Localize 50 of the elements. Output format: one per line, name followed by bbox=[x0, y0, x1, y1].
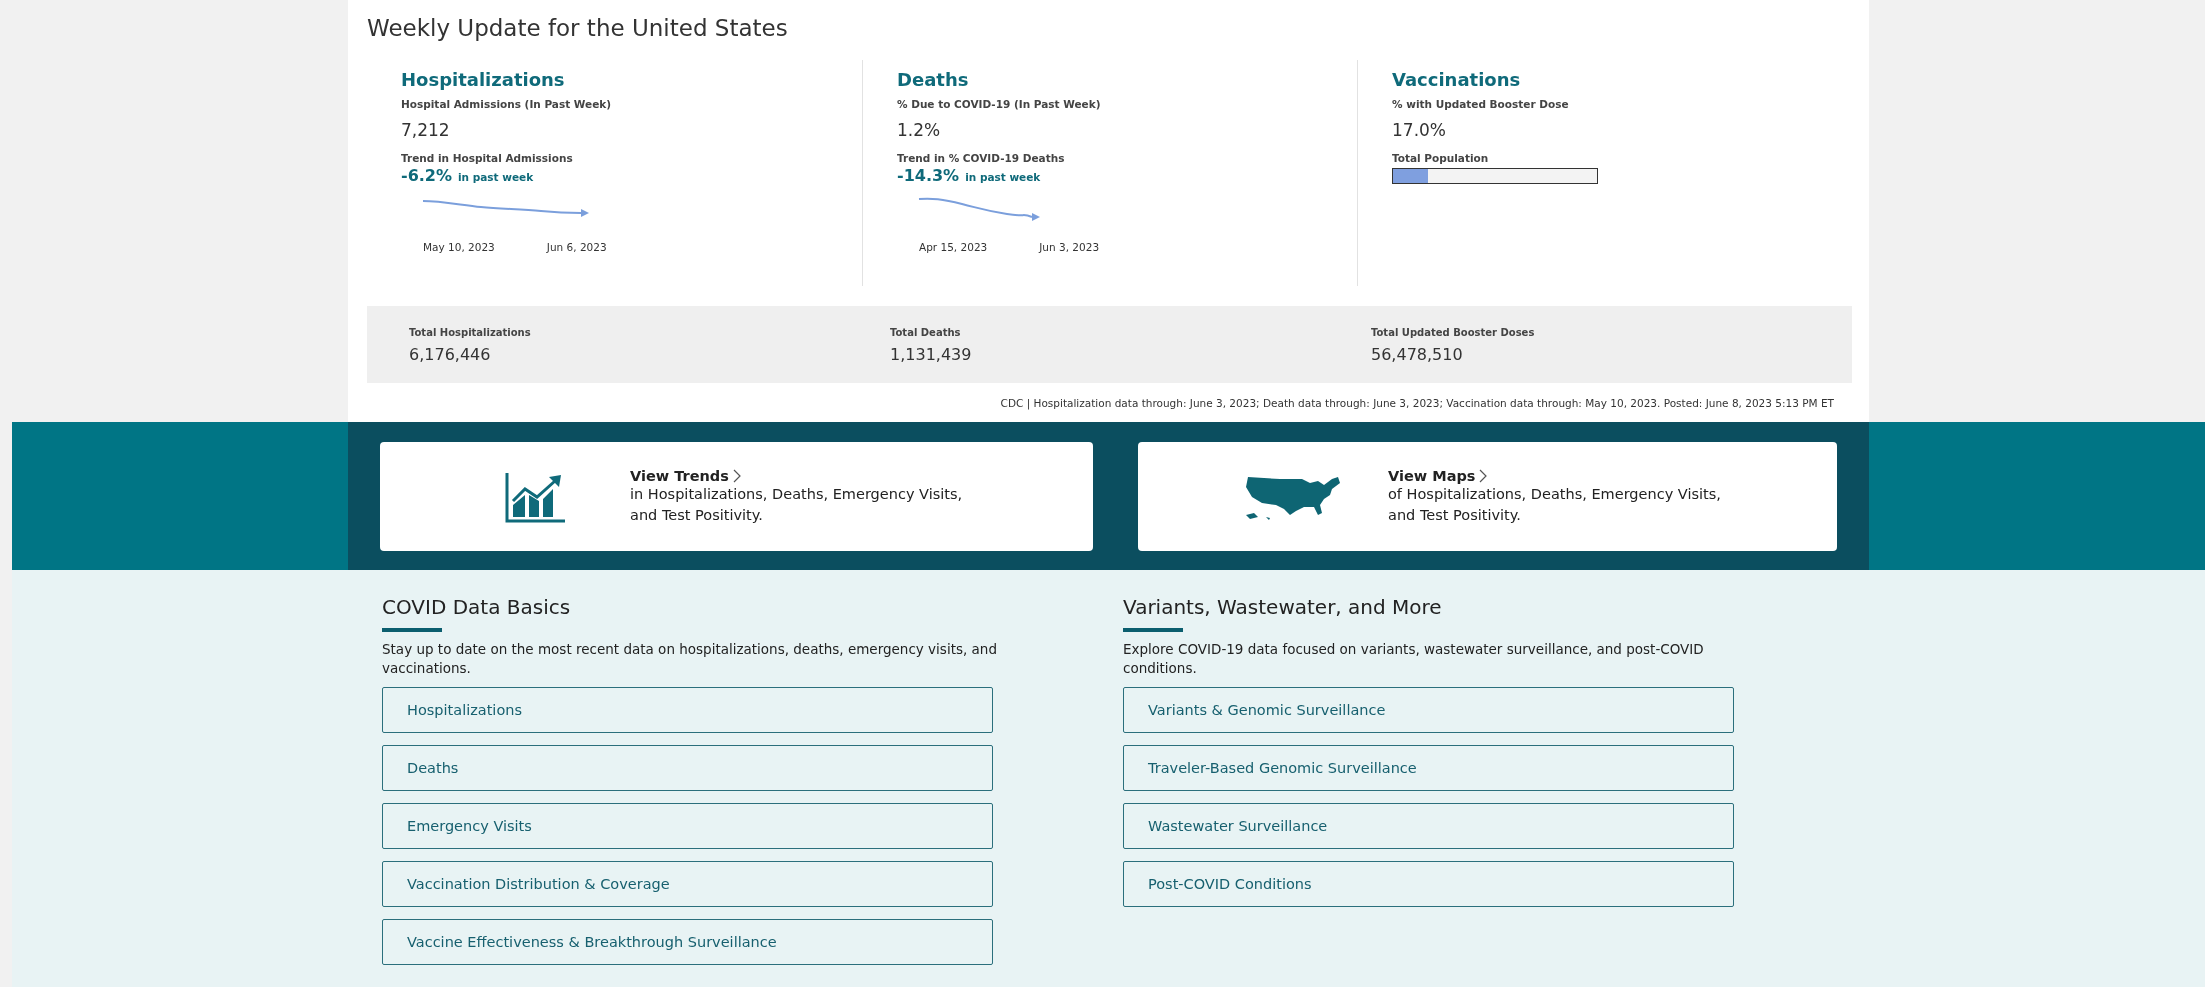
trend-value: -14.3% bbox=[897, 166, 960, 186]
feature-title: View Maps bbox=[1388, 467, 1476, 484]
trend-label: Trend in Hospital Admissions bbox=[401, 151, 574, 166]
total-value: 1,131,439 bbox=[890, 345, 973, 364]
metric-heading: Hospitalizations bbox=[401, 68, 566, 92]
section-heading: Variants, Wastewater, and More bbox=[1123, 594, 1443, 621]
section-description: Stay up to date on the most recent data on hospitalizations, deaths, emergency visits, and vaccinations. bbox=[382, 640, 998, 678]
total-label: Total Hospitalizations bbox=[409, 326, 532, 340]
section-link[interactable]: Variants & Genomic Surveillance bbox=[1123, 687, 1734, 733]
feature-card[interactable]: View Maps of Hospitalizations, Deaths, Emergency Visits, and Test Positivity. bbox=[1138, 442, 1837, 551]
metric-label: Hospital Admissions (In Past Week) bbox=[401, 97, 613, 112]
feature-description: in Hospitalizations, Deaths, Emergency Visits, and Test Positivity. bbox=[630, 484, 964, 525]
metric-label: % Due to COVID-19 (In Past Week) bbox=[897, 97, 1102, 112]
section-link[interactable]: Emergency Visits bbox=[382, 803, 993, 849]
source-note: CDC | Hospitalization data through: June 3, 2023; Death data through: June 3, 2023; Vaccination data through: May 10, 2023. Posted: June 8, 2023 5:13 PM ET bbox=[999, 397, 1835, 409]
trend-label: Trend in % COVID-19 Deaths bbox=[897, 151, 1066, 166]
total-label: Total Updated Booster Doses bbox=[1371, 326, 1536, 340]
section-link[interactable]: Post-COVID Conditions bbox=[1123, 861, 1734, 907]
chevron-right-icon bbox=[1479, 468, 1488, 483]
total-value: 56,478,510 bbox=[1371, 345, 1464, 364]
section-link[interactable]: Vaccine Effectiveness & Breakthrough Surveillance bbox=[382, 919, 993, 965]
total-label: Total Deaths bbox=[890, 326, 962, 340]
trend-value: -6.2% bbox=[401, 166, 452, 186]
feature-title: View Trends bbox=[630, 467, 729, 484]
trend-period: in past week bbox=[458, 170, 534, 185]
date-label: May 10, 2023 bbox=[423, 241, 495, 253]
chevron-right-icon bbox=[732, 468, 741, 483]
metric-value: 7,212 bbox=[401, 119, 451, 142]
section-heading: COVID Data Basics bbox=[382, 594, 572, 621]
section-description: Explore COVID-19 data focused on variants, wastewater surveillance, and post-COVID conditions. bbox=[1123, 640, 1705, 678]
section-link[interactable]: Hospitalizations bbox=[382, 687, 993, 733]
metric-value: 17.0% bbox=[1392, 119, 1447, 142]
section-link[interactable]: Wastewater Surveillance bbox=[1123, 803, 1734, 849]
section-link[interactable]: Traveler-Based Genomic Surveillance bbox=[1123, 745, 1734, 791]
trend-period: in past week bbox=[965, 170, 1041, 185]
page-title: Weekly Update for the United States bbox=[367, 14, 789, 43]
section-link[interactable]: Vaccination Distribution & Coverage bbox=[382, 861, 993, 907]
section-link[interactable]: Deaths bbox=[382, 745, 993, 791]
date-label: Apr 15, 2023 bbox=[919, 241, 988, 253]
metric-heading: Vaccinations bbox=[1392, 68, 1522, 92]
date-label: Jun 3, 2023 bbox=[1039, 241, 1100, 253]
metric-heading: Deaths bbox=[897, 68, 970, 92]
feature-card[interactable]: View Trends in Hospitalizations, Deaths, Emergency Visits, and Test Positivity. bbox=[380, 442, 1093, 551]
metric-label: % with Updated Booster Dose bbox=[1392, 97, 1570, 112]
total-value: 6,176,446 bbox=[409, 345, 492, 364]
metric-value: 1.2% bbox=[897, 119, 942, 142]
feature-description: of Hospitalizations, Deaths, Emergency Visits, and Test Positivity. bbox=[1388, 484, 1722, 525]
chart-icon bbox=[503, 470, 567, 523]
date-label: Jun 6, 2023 bbox=[546, 241, 607, 253]
bar-label: Total Population bbox=[1392, 151, 1490, 166]
